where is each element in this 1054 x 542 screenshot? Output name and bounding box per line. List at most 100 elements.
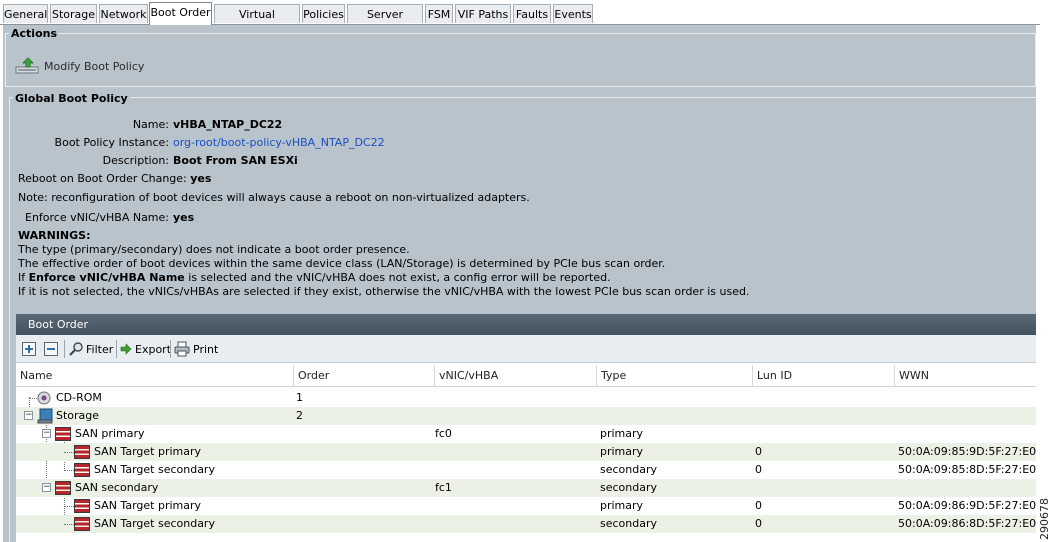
figure-number: 290678 — [1038, 498, 1051, 540]
san-icon — [55, 481, 71, 495]
row-wwn: 50:0A:09:86:8D:5F:27:E0 — [898, 517, 1036, 530]
table-row[interactable]: SAN Target secondary secondary 0 50:0A:0… — [16, 461, 1036, 479]
policy-description-row: Description: Boot From SAN ESXi — [3, 154, 403, 170]
boot-order-table: Name Order vNIC/vHBA Type Lun ID WWN CD-… — [16, 363, 1036, 542]
column-header-type[interactable]: Type — [596, 365, 752, 386]
row-wwn: 50:0A:09:86:9D:5F:27:E0 — [898, 499, 1036, 512]
warnings-title: WARNINGS: — [18, 229, 91, 242]
collapse-toggle[interactable]: − — [42, 429, 51, 438]
tab-vif-paths[interactable]: VIF Paths — [455, 4, 511, 23]
boot-order-toolbar: Filter Export Print — [16, 335, 1036, 363]
tab-storage[interactable]: Storage — [50, 4, 97, 23]
collapse-all-button[interactable] — [44, 341, 58, 357]
san-icon — [55, 427, 71, 441]
policy-instance-label: Boot Policy Instance: — [54, 136, 169, 149]
row-lun: 0 — [755, 463, 762, 476]
row-name: SAN Target secondary — [94, 463, 215, 476]
table-row[interactable]: SAN Target secondary secondary 0 50:0A:0… — [16, 515, 1036, 533]
row-type: primary — [600, 427, 644, 440]
row-name: SAN secondary — [75, 481, 159, 494]
global-boot-policy-title: Global Boot Policy — [13, 92, 130, 105]
actions-title: Actions — [9, 27, 59, 40]
reboot-row: Reboot on Boot Order Change: yes — [18, 172, 211, 185]
warning-1: The type (primary/secondary) does not in… — [18, 243, 410, 256]
row-lun: 0 — [755, 445, 762, 458]
table-row[interactable]: − Storage 2 — [16, 407, 1036, 425]
tab-bar: General Storage Network Boot Order Virtu… — [0, 0, 1040, 40]
row-type: secondary — [600, 481, 658, 494]
reboot-value: yes — [190, 172, 212, 185]
export-button[interactable]: Export — [120, 341, 171, 357]
row-wwn: 50:0A:09:85:8D:5F:27:E0 — [898, 463, 1036, 476]
tab-policies[interactable]: Policies — [302, 4, 345, 23]
enforce-row: Enforce vNIC/vHBA Name: yes — [3, 211, 403, 227]
column-header-vnic-vhba[interactable]: vNIC/vHBA — [434, 365, 596, 386]
tab-boot-order[interactable]: Boot Order — [149, 2, 212, 25]
tab-fsm[interactable]: FSM — [425, 4, 453, 23]
policy-description-value: Boot From SAN ESXi — [173, 154, 298, 167]
column-header-wwn[interactable]: WWN — [894, 365, 1036, 386]
plus-icon — [22, 342, 36, 356]
row-lun: 0 — [755, 517, 762, 530]
table-row[interactable]: CD-ROM 1 — [16, 389, 1036, 407]
modify-boot-policy-label: Modify Boot Policy — [44, 59, 145, 73]
tab-events[interactable]: Events — [553, 4, 593, 23]
column-header-lun-id[interactable]: Lun ID — [752, 365, 894, 386]
filter-button[interactable]: Filter — [68, 341, 113, 357]
row-name: SAN primary — [75, 427, 145, 440]
table-header: Name Order vNIC/vHBA Type Lun ID WWN — [16, 365, 1036, 387]
tab-general[interactable]: General — [3, 4, 48, 23]
table-row[interactable]: − SAN primary fc0 primary — [16, 425, 1036, 443]
toolbar-separator — [64, 340, 65, 358]
minus-icon — [44, 342, 58, 356]
tab-network[interactable]: Network — [99, 4, 148, 23]
column-header-name[interactable]: Name — [16, 365, 293, 386]
san-target-icon — [74, 463, 90, 477]
policy-name-label: Name: — [132, 118, 169, 131]
policy-instance-row: Boot Policy Instance: org-root/boot-poli… — [3, 136, 403, 152]
table-row[interactable]: SAN Target primary primary 0 50:0A:09:85… — [16, 443, 1036, 461]
row-lun: 0 — [755, 499, 762, 512]
row-name: Storage — [56, 409, 100, 422]
cdrom-icon — [37, 391, 51, 405]
enforce-value: yes — [173, 211, 195, 224]
modify-icon — [15, 57, 39, 74]
boot-order-header: Boot Order — [16, 314, 1036, 335]
table-row[interactable]: SAN Target primary primary 0 50:0A:09:86… — [16, 497, 1036, 515]
policy-name-row: Name: vHBA_NTAP_DC22 — [3, 118, 403, 134]
row-type: primary — [600, 445, 644, 458]
row-name: SAN Target primary — [94, 445, 202, 458]
policy-instance-link[interactable]: org-root/boot-policy-vHBA_NTAP_DC22 — [173, 136, 385, 149]
row-vnic: fc0 — [435, 427, 452, 440]
warning-4: If it is not selected, the vNICs/vHBAs a… — [18, 285, 750, 298]
tab-faults[interactable]: Faults — [513, 4, 551, 23]
warning-3: If Enforce vNIC/vHBA Name is selected an… — [18, 271, 611, 284]
tab-virtual-machines[interactable]: Virtual Machines — [214, 4, 300, 40]
expand-all-button[interactable] — [22, 341, 36, 357]
row-type: secondary — [600, 517, 658, 530]
printer-icon — [174, 341, 190, 357]
san-target-icon — [74, 517, 90, 531]
row-type: secondary — [600, 463, 658, 476]
collapse-toggle[interactable]: − — [24, 411, 33, 420]
toolbar-separator — [170, 340, 171, 358]
row-vnic: fc1 — [435, 481, 452, 494]
modify-boot-policy-button[interactable]: Modify Boot Policy — [15, 56, 144, 76]
row-name: SAN Target primary — [94, 499, 202, 512]
storage-icon — [37, 408, 53, 424]
filter-icon — [69, 342, 83, 356]
collapse-toggle[interactable]: − — [42, 483, 51, 492]
row-order: 1 — [296, 391, 303, 404]
row-type: primary — [600, 499, 644, 512]
reboot-label: Reboot on Boot Order Change: — [18, 172, 187, 185]
row-name: CD-ROM — [56, 391, 102, 404]
enforce-label: Enforce vNIC/vHBA Name: — [25, 211, 169, 224]
print-button[interactable]: Print — [174, 341, 218, 357]
san-target-icon — [74, 445, 90, 459]
policy-name-value: vHBA_NTAP_DC22 — [173, 118, 283, 131]
policy-note: Note: reconfiguration of boot devices wi… — [18, 191, 530, 204]
column-header-order[interactable]: Order — [293, 365, 434, 386]
warning-2: The effective order of boot devices with… — [18, 257, 666, 270]
tab-server-details[interactable]: Server Details — [347, 4, 423, 40]
table-row[interactable]: − SAN secondary fc1 secondary — [16, 479, 1036, 497]
